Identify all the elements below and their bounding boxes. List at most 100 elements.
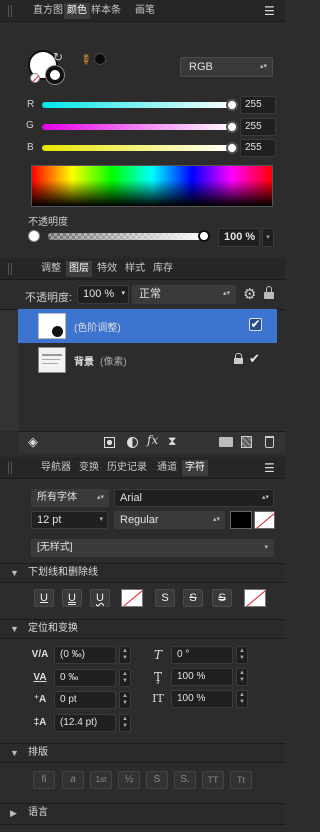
tab-navigator[interactable]: 导航器 [38, 460, 74, 476]
position-section-header[interactable]: ▼ 定位和变换 [0, 619, 285, 639]
layer-visibility-check-icon[interactable]: ✔ [249, 351, 260, 367]
leading-field[interactable]: (12.4 pt) [54, 714, 116, 732]
layer-row-background[interactable]: 背景 (像素) ✔ [18, 343, 277, 377]
fx-icon[interactable]: fx [147, 433, 158, 447]
panel-menu-icon[interactable]: ☰ [264, 461, 278, 475]
folder-icon[interactable] [219, 437, 233, 447]
opacity-dropdown-icon[interactable]: ▾ [262, 228, 274, 247]
tab-brushes[interactable]: 画笔 [132, 3, 158, 19]
superscript-button[interactable]: S [146, 771, 168, 789]
ligatures-button[interactable]: fi [33, 771, 55, 789]
kerning-stepper[interactable]: ▲ ▼ [119, 669, 131, 687]
green-value-field[interactable]: 255 [240, 118, 276, 136]
layer-visibility-checkbox[interactable]: ✔ [249, 318, 262, 331]
tab-histogram[interactable]: 直方图 [30, 3, 66, 19]
opacity-slider-thumb[interactable] [198, 230, 210, 242]
font-style-select[interactable]: Regular ▴▾ [114, 511, 225, 529]
red-value-field[interactable]: 255 [240, 96, 276, 114]
strikethrough-color-well[interactable] [244, 589, 266, 607]
gear-icon[interactable]: ⚙ [243, 285, 256, 303]
text-fill-color-well[interactable] [230, 511, 252, 529]
dropdown-arrow-icon: ▾ [264, 544, 268, 551]
layer-stack-icon[interactable]: ◈ [24, 434, 42, 450]
leading-stepper[interactable]: ▲ ▼ [119, 714, 131, 732]
green-slider-thumb[interactable] [226, 121, 238, 133]
typography-section-title: 排版 [28, 747, 48, 758]
tab-color[interactable]: 颜色 [64, 3, 90, 19]
panel-grip[interactable] [8, 263, 12, 275]
small-caps-button[interactable]: Tt [230, 771, 252, 789]
tab-effects[interactable]: 特效 [94, 261, 120, 277]
tab-transform[interactable]: 变换 [76, 460, 102, 476]
add-pixel-layer-icon[interactable] [241, 436, 252, 448]
blue-slider[interactable] [42, 145, 234, 151]
layer-row-levels[interactable]: (色阶调整) ✔ [18, 309, 277, 343]
tab-character[interactable]: 字符 [182, 460, 208, 476]
no-color-icon[interactable] [30, 73, 40, 83]
subscript-button[interactable]: S. [174, 771, 196, 789]
color-spectrum[interactable] [31, 165, 273, 207]
panel-grip[interactable] [8, 5, 12, 17]
blue-value-field[interactable]: 255 [240, 139, 276, 157]
layer-opacity-field[interactable]: 100 % ▾ [77, 285, 129, 304]
tracking-field[interactable]: (0 ‰) [54, 646, 116, 664]
shear-stepper[interactable]: ▲ ▼ [236, 646, 248, 664]
tracking-stepper[interactable]: ▲ ▼ [119, 646, 131, 664]
panel-grip[interactable] [8, 462, 12, 474]
red-slider[interactable] [42, 102, 234, 108]
double-underline-button[interactable]: U [62, 589, 82, 607]
tab-styles[interactable]: 样式 [122, 261, 148, 277]
swap-colors-icon[interactable]: ↻ [53, 50, 63, 64]
stroke-color-well[interactable] [46, 66, 64, 84]
double-strikethrough-button[interactable]: S [212, 589, 232, 607]
font-family-field[interactable]: Arial ▴▾ [114, 489, 274, 507]
tab-layers[interactable]: 图层 [66, 261, 92, 277]
panel-menu-icon[interactable]: ☰ [264, 4, 278, 18]
vertical-scale-field[interactable]: 100 % [171, 668, 233, 686]
strikethrough-off-button[interactable]: S [155, 589, 175, 607]
blend-mode-select[interactable]: 正常 ▴▾ [132, 285, 236, 304]
green-slider[interactable] [42, 124, 234, 130]
single-underline-button[interactable]: U [34, 589, 54, 607]
color-mode-select[interactable]: RGB ▴▾ [180, 57, 273, 77]
trash-icon[interactable] [265, 436, 274, 448]
style-preset-select[interactable]: [无样式] ▾ [31, 539, 274, 557]
tab-history[interactable]: 历史记录 [104, 460, 150, 476]
font-collection-select[interactable]: 所有字体 ▴▾ [31, 489, 109, 507]
vertical-scale-stepper[interactable]: ▲ ▼ [236, 668, 248, 686]
all-caps-button[interactable]: TT [202, 771, 224, 789]
language-section-header[interactable]: ▶ 语言 [0, 803, 285, 825]
fractions-button[interactable]: ½ [118, 771, 140, 789]
swash-button[interactable]: a [62, 771, 84, 789]
lock-icon[interactable] [264, 286, 274, 300]
tab-channels[interactable]: 通道 [154, 460, 180, 476]
adjustment-icon[interactable] [127, 437, 138, 448]
kerning-field[interactable]: 0 ‰ [54, 669, 116, 687]
baseline-shift-field[interactable]: 0 pt [54, 691, 116, 709]
baseline-shift-stepper[interactable]: ▲ ▼ [119, 691, 131, 709]
underline-section-header[interactable]: ▼ 下划线和删除线 [0, 563, 285, 583]
typography-section-header[interactable]: ▼ 排版 [0, 743, 285, 763]
opacity-slider[interactable] [48, 233, 208, 240]
hourglass-icon[interactable]: ⧗ [168, 434, 176, 449]
layer-lock-icon[interactable] [234, 353, 243, 365]
mask-icon[interactable] [104, 437, 115, 448]
eyedropper-icon[interactable]: ✎ [76, 50, 95, 69]
wavy-underline-button[interactable]: U [90, 589, 110, 607]
tab-adjustments[interactable]: 调整 [38, 261, 64, 277]
picked-color-swatch[interactable] [94, 53, 106, 65]
red-slider-thumb[interactable] [226, 99, 238, 111]
tab-swatches[interactable]: 样本条 [88, 3, 124, 19]
shear-field[interactable]: 0 ° [171, 646, 233, 664]
underline-color-well[interactable] [121, 589, 143, 607]
tab-stock[interactable]: 库存 [150, 261, 176, 277]
opacity-value-field[interactable]: 100 % [218, 228, 260, 247]
single-strikethrough-button[interactable]: S [183, 589, 203, 607]
horizontal-scale-field[interactable]: 100 % [171, 690, 233, 708]
font-size-field[interactable]: 12 pt ▾ [31, 511, 108, 529]
vertical-scale-icon: Ţ [153, 670, 162, 684]
horizontal-scale-stepper[interactable]: ▲ ▼ [236, 690, 248, 708]
blue-slider-thumb[interactable] [226, 142, 238, 154]
ordinals-button[interactable]: 1st [90, 771, 112, 789]
text-stroke-color-well[interactable] [254, 511, 275, 529]
